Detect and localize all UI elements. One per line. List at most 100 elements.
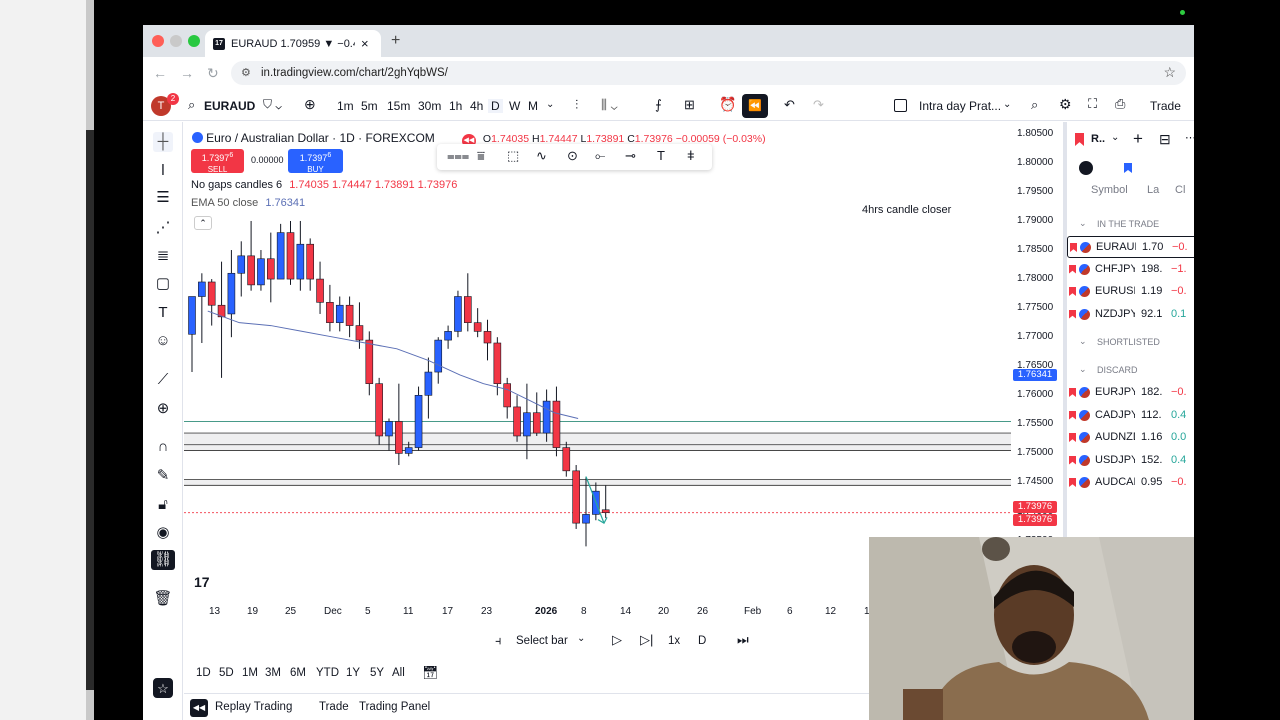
add-symbol-plus-icon[interactable]: + [1133, 129, 1143, 149]
buy-button[interactable]: 1.73976 BUY [288, 149, 343, 174]
tab-replay-trading[interactable]: Replay Trading [215, 701, 292, 713]
collapse-legend-icon[interactable]: ⌃ [194, 216, 212, 230]
flag-icon[interactable] [1069, 478, 1076, 487]
horizontal-lines-icon[interactable]: ☰ [153, 188, 173, 208]
watchlist-section-discard[interactable]: ⌄ DISCARD [1067, 360, 1194, 380]
zoom-in-icon[interactable]: ⊕ [153, 399, 173, 419]
replay-button[interactable]: ⏪ [742, 94, 768, 118]
magnet-icon[interactable]: ∩ [153, 437, 173, 457]
range-3m[interactable]: 3M [265, 667, 281, 679]
layout-chevron-icon[interactable]: ⌄ [1003, 99, 1011, 110]
floating-tool-hline-icon[interactable]: ⊸ [625, 148, 636, 164]
add-symbol-icon[interactable]: ⊕ [304, 96, 316, 113]
redo-icon[interactable]: ↷ [813, 97, 824, 113]
interval-d[interactable]: D [488, 99, 503, 113]
floating-tool-lines-icon[interactable]: ⩶ [447, 148, 469, 164]
watchlist-row[interactable]: EURJPY 182. −0. [1067, 382, 1194, 404]
range-5d[interactable]: 5D [219, 667, 234, 679]
watchlist-row[interactable]: EURAUD1.70−0. [1067, 236, 1194, 258]
close-tab-icon[interactable]: × [361, 36, 369, 51]
trade-button[interactable]: Trade [1150, 99, 1181, 113]
site-settings-icon[interactable]: ⚙ [241, 66, 251, 79]
go-to-date-calendar-icon[interactable]: 📅︎ [422, 665, 439, 681]
select-bar-chevron-icon[interactable]: ⌄ [577, 633, 585, 644]
fib-tool-icon[interactable]: ≣ [153, 246, 173, 266]
interval-1m[interactable]: 1m [337, 99, 354, 113]
candles-style-icon[interactable]: ⫼ ⌄ [601, 97, 618, 113]
back-arrow-icon[interactable]: ← [153, 65, 167, 81]
watchlist-name[interactable]: R.. [1091, 133, 1105, 145]
watchlist-row[interactable]: CHFJPY 198. −1. [1067, 259, 1194, 281]
range-ytd[interactable]: YTD [316, 667, 339, 679]
lock-drawing-pencil-icon[interactable]: ✎ [153, 466, 173, 486]
section-chevron-icon[interactable]: ⌄ [1079, 336, 1087, 347]
favorites-star-icon[interactable]: ☆ [153, 678, 173, 698]
symbol-name[interactable]: EURAUD [204, 99, 255, 113]
select-bar-icon[interactable]: ⫞ [495, 633, 502, 649]
more-intervals-chevron-icon[interactable]: ⌄ [546, 99, 554, 110]
interval-4h[interactable]: 4h [470, 99, 483, 113]
flag-icon[interactable] [1069, 410, 1076, 420]
interval-m[interactable]: M [528, 99, 538, 113]
close-window-button[interactable] [152, 35, 164, 47]
tab-trading-panel[interactable]: Trading Panel [359, 701, 430, 713]
replay-trading-icon[interactable]: ◀◀ [190, 699, 208, 717]
pitchfork-icon[interactable]: ⋰ [153, 218, 173, 238]
rectangle-tool-icon[interactable]: ▢ [153, 274, 173, 294]
trend-line-icon[interactable]: ǀ [153, 161, 173, 181]
flag-icon[interactable] [1069, 388, 1076, 397]
snapshot-camera-icon[interactable]: ⎙ [1115, 96, 1125, 112]
watchlist-section-in-the-trade[interactable]: ⌄ IN THE TRADE [1067, 214, 1194, 234]
range-6m[interactable]: 6M [290, 667, 306, 679]
alert-icon[interactable]: ⏰ [719, 96, 736, 113]
floating-tool-fib-icon[interactable]: ⩸ [477, 148, 485, 164]
floating-tool-vline-icon[interactable]: ǂ [687, 148, 695, 163]
trash-icon[interactable]: 🗑︎ [153, 589, 173, 609]
select-bar-button[interactable]: Select bar [516, 635, 568, 647]
watchlist-row[interactable]: AUDNZD1.160.0 [1067, 427, 1194, 449]
browser-tab[interactable]: 17 EURAUD 1.70959 ▼ −0.45% … × [205, 30, 381, 57]
replay-interval[interactable]: D [698, 635, 706, 647]
templates-icon[interactable]: ⊞ [684, 97, 695, 113]
flag-icon[interactable] [1070, 243, 1077, 252]
floating-tool-ray-icon[interactable]: ⟜ [595, 148, 605, 164]
minimize-window-button[interactable] [170, 35, 182, 47]
quick-search-icon[interactable]: ⌕ [1031, 97, 1038, 113]
watchlist-chevron-icon[interactable]: ⌄ [1111, 132, 1119, 143]
interval-w[interactable]: W [509, 99, 520, 113]
range-5y[interactable]: 5Y [370, 667, 384, 679]
range-all[interactable]: All [392, 667, 405, 679]
new-tab-button[interactable]: + [391, 32, 400, 50]
watchlist-row[interactable]: USDJPY 152. 0.4 [1067, 450, 1194, 472]
floating-tool-path-icon[interactable]: ∿ [536, 148, 547, 164]
indicator-legend-1[interactable]: No gaps candles 6 1.74035 1.74447 1.7389… [191, 179, 457, 191]
tab-trade[interactable]: Trade [319, 701, 349, 713]
flag-icon[interactable] [1069, 287, 1076, 296]
floating-tool-text-icon[interactable]: T [657, 148, 665, 163]
link-icon[interactable]: ⛓ [151, 550, 175, 570]
undo-icon[interactable]: ↶ [784, 97, 795, 113]
text-tool-icon[interactable]: T [153, 303, 173, 323]
flag-icon[interactable] [1069, 309, 1076, 319]
watchlist-row[interactable]: NZDJPY 92.1 0.1 [1067, 304, 1194, 326]
flag-icon[interactable] [1069, 264, 1076, 274]
time-axis[interactable]: 13 19 25 Dec 5 11 17 23 2026 8 14 20 26 Feb 6 12 1 [184, 603, 871, 623]
flag-red-icon[interactable] [1079, 161, 1093, 175]
flag-blue-icon[interactable] [1124, 163, 1132, 173]
symbol-search-icon[interactable]: ⌕ [188, 97, 195, 113]
interval-15m[interactable]: 15m [387, 99, 410, 113]
indicators-icon[interactable]: ⨍ [655, 97, 662, 113]
watchlist-more-icon[interactable]: ⋯ [1185, 131, 1194, 144]
bar-style-icon[interactable]: ⫶ [575, 97, 578, 113]
fullscreen-icon[interactable]: ⛶ [1088, 96, 1097, 112]
price-axis[interactable]: 1.80500 1.80000 1.79500 1.79000 1.78500 1.780… [1011, 122, 1063, 582]
watchlist-row[interactable]: AUDCAD0.95−0. [1067, 472, 1194, 494]
watchlist-section-shortlisted[interactable]: ⌄ SHORTLISTED [1067, 332, 1194, 352]
emoji-icon[interactable]: ☺ [153, 331, 173, 351]
flag-icon[interactable] [1069, 433, 1076, 442]
watchlist-layout-icon[interactable]: ⊟ [1159, 131, 1171, 148]
lock-icon[interactable]: 🔓︎ [153, 495, 173, 515]
indicator-legend-2[interactable]: EMA 50 close 1.76341 [191, 197, 305, 209]
ruler-icon[interactable]: ⟋ [153, 370, 173, 390]
interval-1h[interactable]: 1h [449, 99, 462, 113]
